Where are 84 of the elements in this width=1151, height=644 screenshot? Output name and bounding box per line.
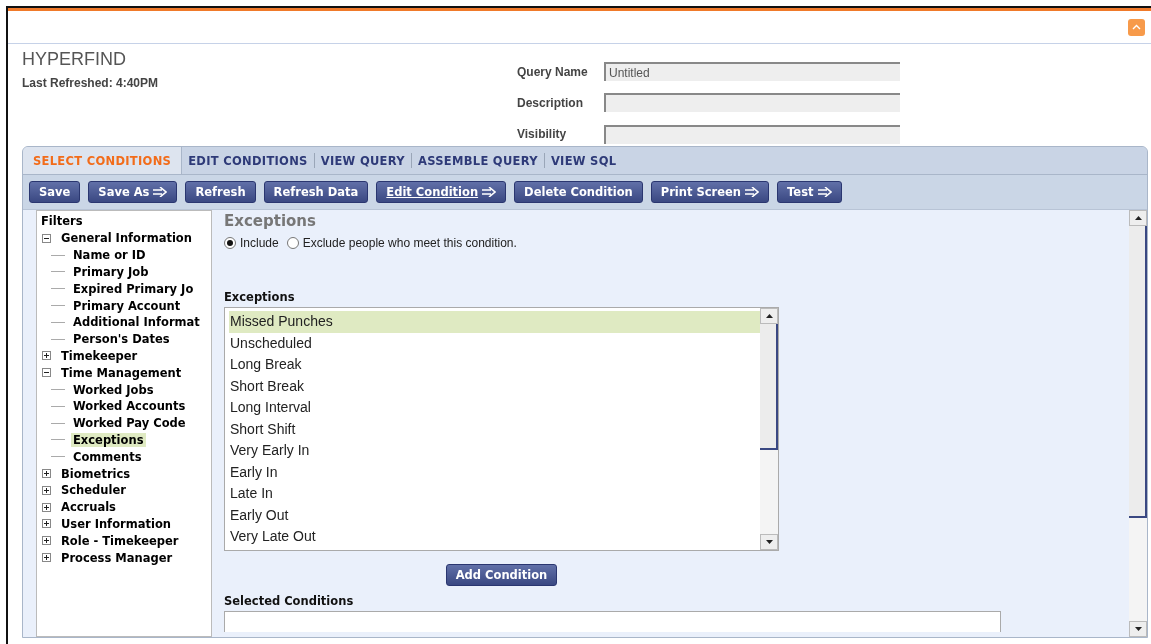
tree-group[interactable]: Accruals: [61, 500, 116, 515]
tree-item[interactable]: Comments: [71, 449, 144, 464]
tree-item[interactable]: Additional Informat: [71, 315, 202, 330]
expand-icon[interactable]: [42, 536, 51, 546]
list-item[interactable]: Unscheduled: [229, 332, 760, 354]
tree-group[interactable]: Process Manager: [61, 550, 173, 565]
list-item[interactable]: Early In: [229, 461, 760, 483]
tree-item[interactable]: Worked Pay Code: [71, 416, 188, 431]
arrow-right-icon: [817, 187, 832, 197]
list-label: Exceptions: [224, 290, 296, 304]
arrow-right-icon: [745, 187, 760, 197]
list-item[interactable]: Very Late Out: [229, 526, 760, 548]
scroll-down-button[interactable]: [1129, 621, 1147, 637]
tree-item[interactable]: Expired Primary Jo: [71, 281, 196, 296]
scroll-up-button[interactable]: [760, 308, 778, 324]
tree-group[interactable]: General Information: [61, 231, 192, 246]
toolbar-button[interactable]: Edit Condition: [376, 181, 507, 203]
expand-icon[interactable]: [42, 485, 51, 495]
list-item[interactable]: Early Out: [229, 504, 760, 526]
text-field[interactable]: [604, 93, 900, 113]
tab[interactable]: VIEW SQL: [543, 153, 623, 168]
list-label: Selected Conditions: [224, 594, 355, 608]
text-field[interactable]: Untitled: [604, 62, 900, 82]
toolbar-button[interactable]: Save: [29, 181, 81, 203]
toolbar-button[interactable]: Delete Condition: [514, 181, 643, 203]
tree-group[interactable]: Timekeeper: [61, 348, 138, 363]
tab[interactable]: ASSEMBLE QUERY: [410, 153, 544, 168]
text-field[interactable]: [604, 124, 900, 144]
add-condition-button[interactable]: Add Condition: [445, 564, 558, 586]
radio-label: Include: [240, 236, 279, 250]
tree-group[interactable]: Biometrics: [61, 466, 131, 481]
tree-item[interactable]: Exceptions: [71, 432, 146, 447]
list-item[interactable]: Very Early In: [229, 440, 760, 462]
toolbar-button[interactable]: Test: [777, 181, 842, 203]
tree-item[interactable]: Worked Accounts: [71, 399, 188, 414]
scroll-up-button[interactable]: [1129, 210, 1147, 226]
list-item[interactable]: Late In: [229, 483, 760, 505]
expand-icon[interactable]: [42, 553, 51, 563]
tree-group[interactable]: Role - Timekeeper: [61, 533, 179, 548]
scrollbar[interactable]: [760, 308, 778, 550]
collapse-icon[interactable]: [42, 368, 51, 378]
field-label: Description: [517, 96, 584, 110]
list-item[interactable]: Missed Punches: [229, 311, 760, 333]
arrow-right-icon: [482, 187, 497, 197]
expand-icon[interactable]: [42, 469, 51, 479]
expand-icon[interactable]: [42, 502, 51, 512]
scrollbar[interactable]: [1129, 210, 1147, 637]
scroll-down-icon: [765, 540, 773, 544]
list-item[interactable]: Short Break: [229, 375, 760, 397]
scroll-down-icon: [1134, 627, 1142, 631]
toolbar-button[interactable]: Refresh Data: [263, 181, 369, 203]
field-label: Query Name: [517, 64, 589, 79]
toolbar-button[interactable]: Refresh: [185, 181, 256, 203]
expand-icon[interactable]: [42, 351, 51, 361]
tree-title: Filters: [41, 214, 84, 230]
toolbar-button[interactable]: Save As: [88, 181, 178, 203]
toolbar-button[interactable]: Print Screen: [650, 181, 770, 203]
tree-item[interactable]: Person's Dates: [71, 332, 172, 347]
scroll-down-button[interactable]: [760, 534, 778, 550]
list-item[interactable]: Long Interval: [229, 397, 760, 419]
radio-icon[interactable]: [286, 237, 299, 249]
page-title: HYPERFIND: [22, 48, 127, 70]
tree-group[interactable]: User Information: [61, 516, 171, 531]
radio-icon[interactable]: [224, 237, 236, 249]
list-item[interactable]: Long Break: [229, 354, 760, 376]
expand-icon[interactable]: [42, 519, 51, 529]
collapse-icon[interactable]: [42, 233, 51, 243]
tree-item[interactable]: Primary Job: [71, 265, 151, 279]
list-item[interactable]: Short Shift: [229, 418, 760, 440]
scroll-up-icon: [1134, 216, 1142, 220]
tab[interactable]: EDIT CONDITIONS: [182, 153, 314, 168]
last-refreshed: Last Refreshed: 4:40PM: [22, 76, 160, 90]
tab[interactable]: VIEW QUERY: [313, 153, 411, 168]
section-title: Exceptions: [224, 212, 317, 230]
field-label: Visibility: [517, 127, 568, 142]
tree-item[interactable]: Worked Jobs: [71, 382, 156, 397]
scroll-up-icon: [765, 314, 773, 318]
radio-option[interactable]: Include: [224, 236, 279, 250]
arrow-right-icon: [153, 187, 168, 197]
chevron-up-icon: [1132, 24, 1141, 30]
tree-item[interactable]: Primary Account: [71, 298, 183, 313]
tree-item[interactable]: Name or ID: [71, 248, 148, 263]
tree-group[interactable]: Scheduler: [61, 483, 126, 498]
tree-group[interactable]: Time Management: [61, 365, 182, 380]
